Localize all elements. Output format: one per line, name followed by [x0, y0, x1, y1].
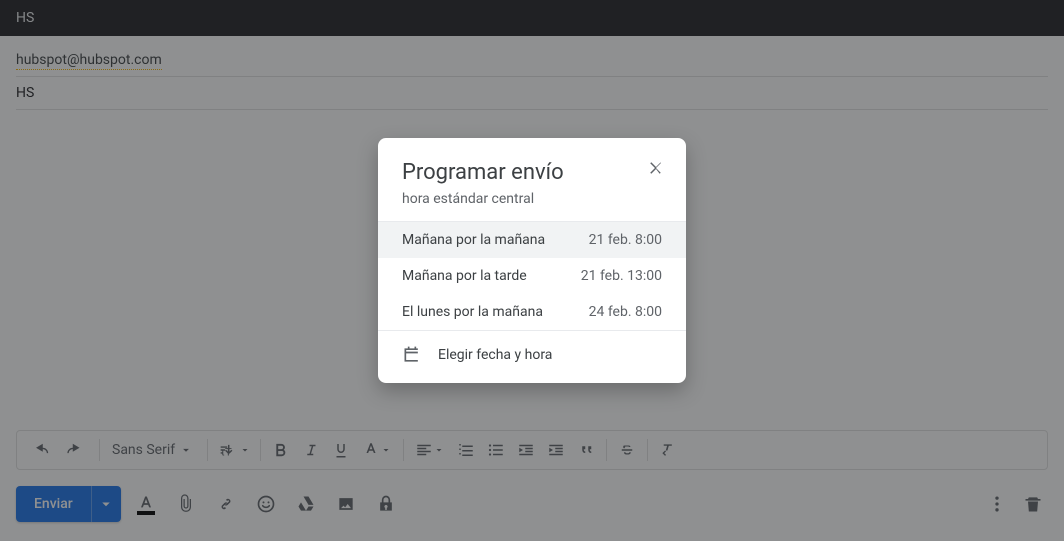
schedule-option-tomorrow-afternoon[interactable]: Mañana por la tarde 21 feb. 13:00	[378, 258, 686, 294]
schedule-option-time: 24 feb. 8:00	[589, 304, 662, 320]
schedule-option-time: 21 feb. 8:00	[589, 232, 662, 248]
modal-subtitle: hora estándar central	[402, 191, 662, 207]
schedule-option-tomorrow-morning[interactable]: Mañana por la mañana 21 feb. 8:00	[378, 222, 686, 258]
modal-close-button[interactable]	[640, 152, 672, 184]
calendar-icon	[402, 345, 422, 365]
schedule-option-label: Mañana por la mañana	[402, 232, 545, 248]
modal-title: Programar envío	[402, 160, 662, 185]
schedule-option-time: 21 feb. 13:00	[581, 268, 662, 284]
schedule-option-label: Mañana por la tarde	[402, 268, 527, 284]
schedule-send-modal: Programar envío hora estándar central Ma…	[378, 138, 686, 383]
pick-date-time-label: Elegir fecha y hora	[438, 347, 552, 363]
pick-date-time-button[interactable]: Elegir fecha y hora	[378, 331, 686, 383]
schedule-option-monday-morning[interactable]: El lunes por la mañana 24 feb. 8:00	[378, 294, 686, 330]
schedule-option-label: El lunes por la mañana	[402, 304, 543, 320]
